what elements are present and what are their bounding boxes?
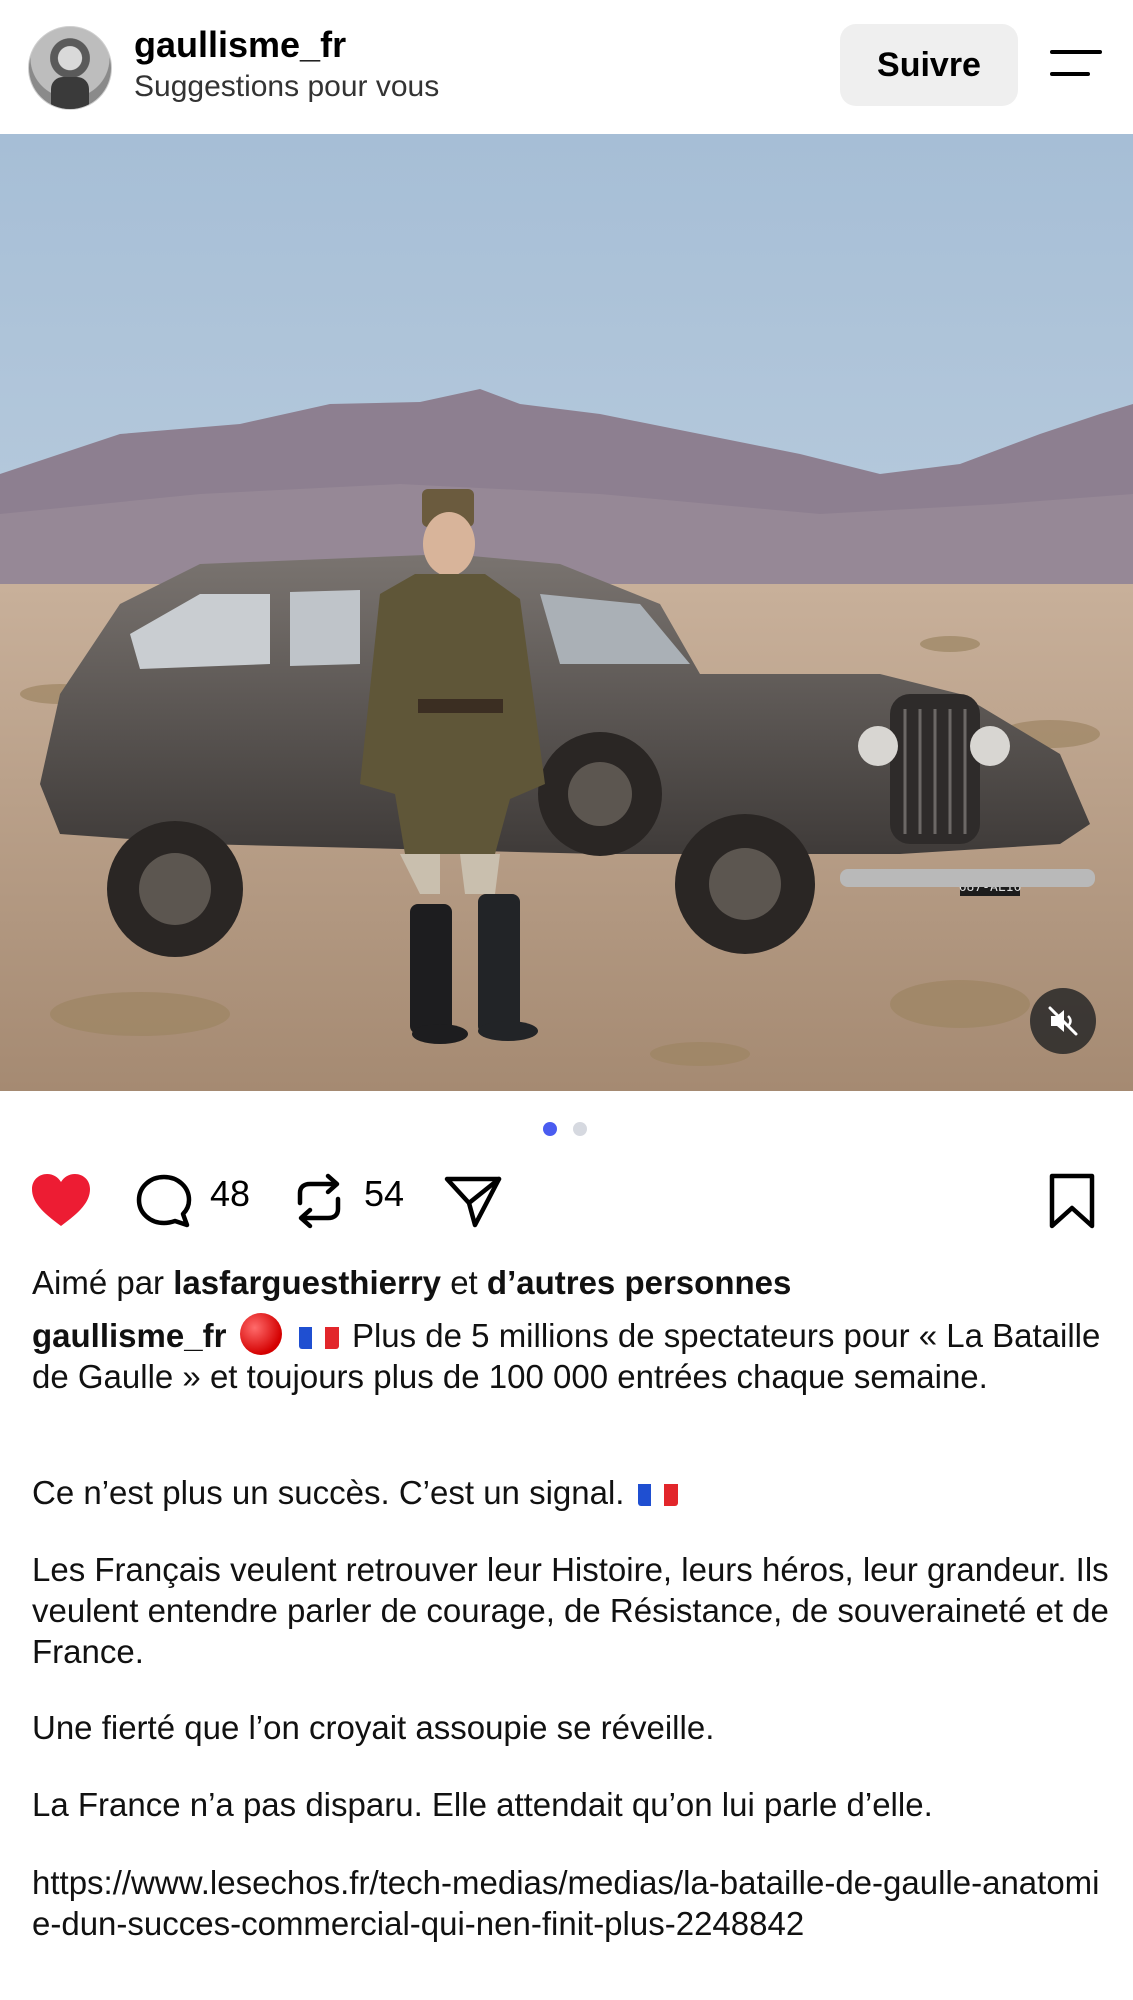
likes-connector: et — [450, 1264, 478, 1301]
liker-username[interactable]: lasfarguesthierry — [173, 1264, 441, 1301]
caption-author[interactable]: gaullisme_fr — [32, 1317, 226, 1354]
action-bar: 48 54 — [0, 1165, 1133, 1235]
caption-text-2: Ce n’est plus un succès. C’est un signal… — [32, 1474, 625, 1511]
desert-car-scene: 687-AL16 — [0, 134, 1133, 1091]
french-flag-emoji — [637, 1479, 678, 1506]
caption-paragraph-3: Les Français veulent retrouver leur Hist… — [32, 1551, 1109, 1670]
likes-others-link[interactable]: d’autres personnes — [487, 1264, 791, 1301]
speaker-muted-icon — [1048, 1006, 1078, 1036]
mute-button[interactable] — [1030, 988, 1096, 1054]
repost-icon[interactable] — [292, 1173, 346, 1229]
heart-filled-icon[interactable] — [30, 1172, 92, 1228]
menu-icon[interactable] — [1050, 50, 1102, 82]
avatar[interactable] — [28, 26, 112, 110]
post-header: gaullisme_fr Suggestions pour vous Suivr… — [0, 0, 1133, 134]
suggestion-label: Suggestions pour vous — [134, 70, 440, 103]
bookmark-icon[interactable] — [1047, 1172, 1097, 1230]
french-flag-emoji — [298, 1322, 339, 1349]
repost-count: 54 — [364, 1173, 405, 1214]
carousel-dot-active — [543, 1122, 557, 1136]
caption-paragraph-4: Une fierté que l’on croyait assoupie se … — [32, 1709, 715, 1746]
caption-paragraph-1: gaullisme_fr Plus de 5 millions de spect… — [32, 1313, 1112, 1397]
comment-count: 48 — [210, 1173, 251, 1214]
likes-summary: Aimé par lasfarguesthierry et d’autres p… — [32, 1262, 1112, 1303]
post-username[interactable]: gaullisme_fr — [134, 24, 346, 66]
post-image[interactable]: 687-AL16 — [0, 134, 1133, 1091]
caption-paragraph-2: Ce n’est plus un succès. C’est un signal… — [32, 1472, 1112, 1513]
red-circle-emoji — [239, 1313, 282, 1355]
likes-prefix: Aimé par — [32, 1264, 165, 1301]
caption-paragraph-5: La France n’a pas disparu. Elle attendai… — [32, 1786, 933, 1823]
follow-button[interactable]: Suivre — [840, 24, 1018, 106]
article-link[interactable]: https://www.lesechos.fr/tech-medias/medi… — [32, 1862, 1112, 1944]
comment-icon[interactable] — [135, 1173, 193, 1229]
share-send-icon[interactable] — [443, 1173, 503, 1229]
carousel-dot — [573, 1122, 587, 1136]
